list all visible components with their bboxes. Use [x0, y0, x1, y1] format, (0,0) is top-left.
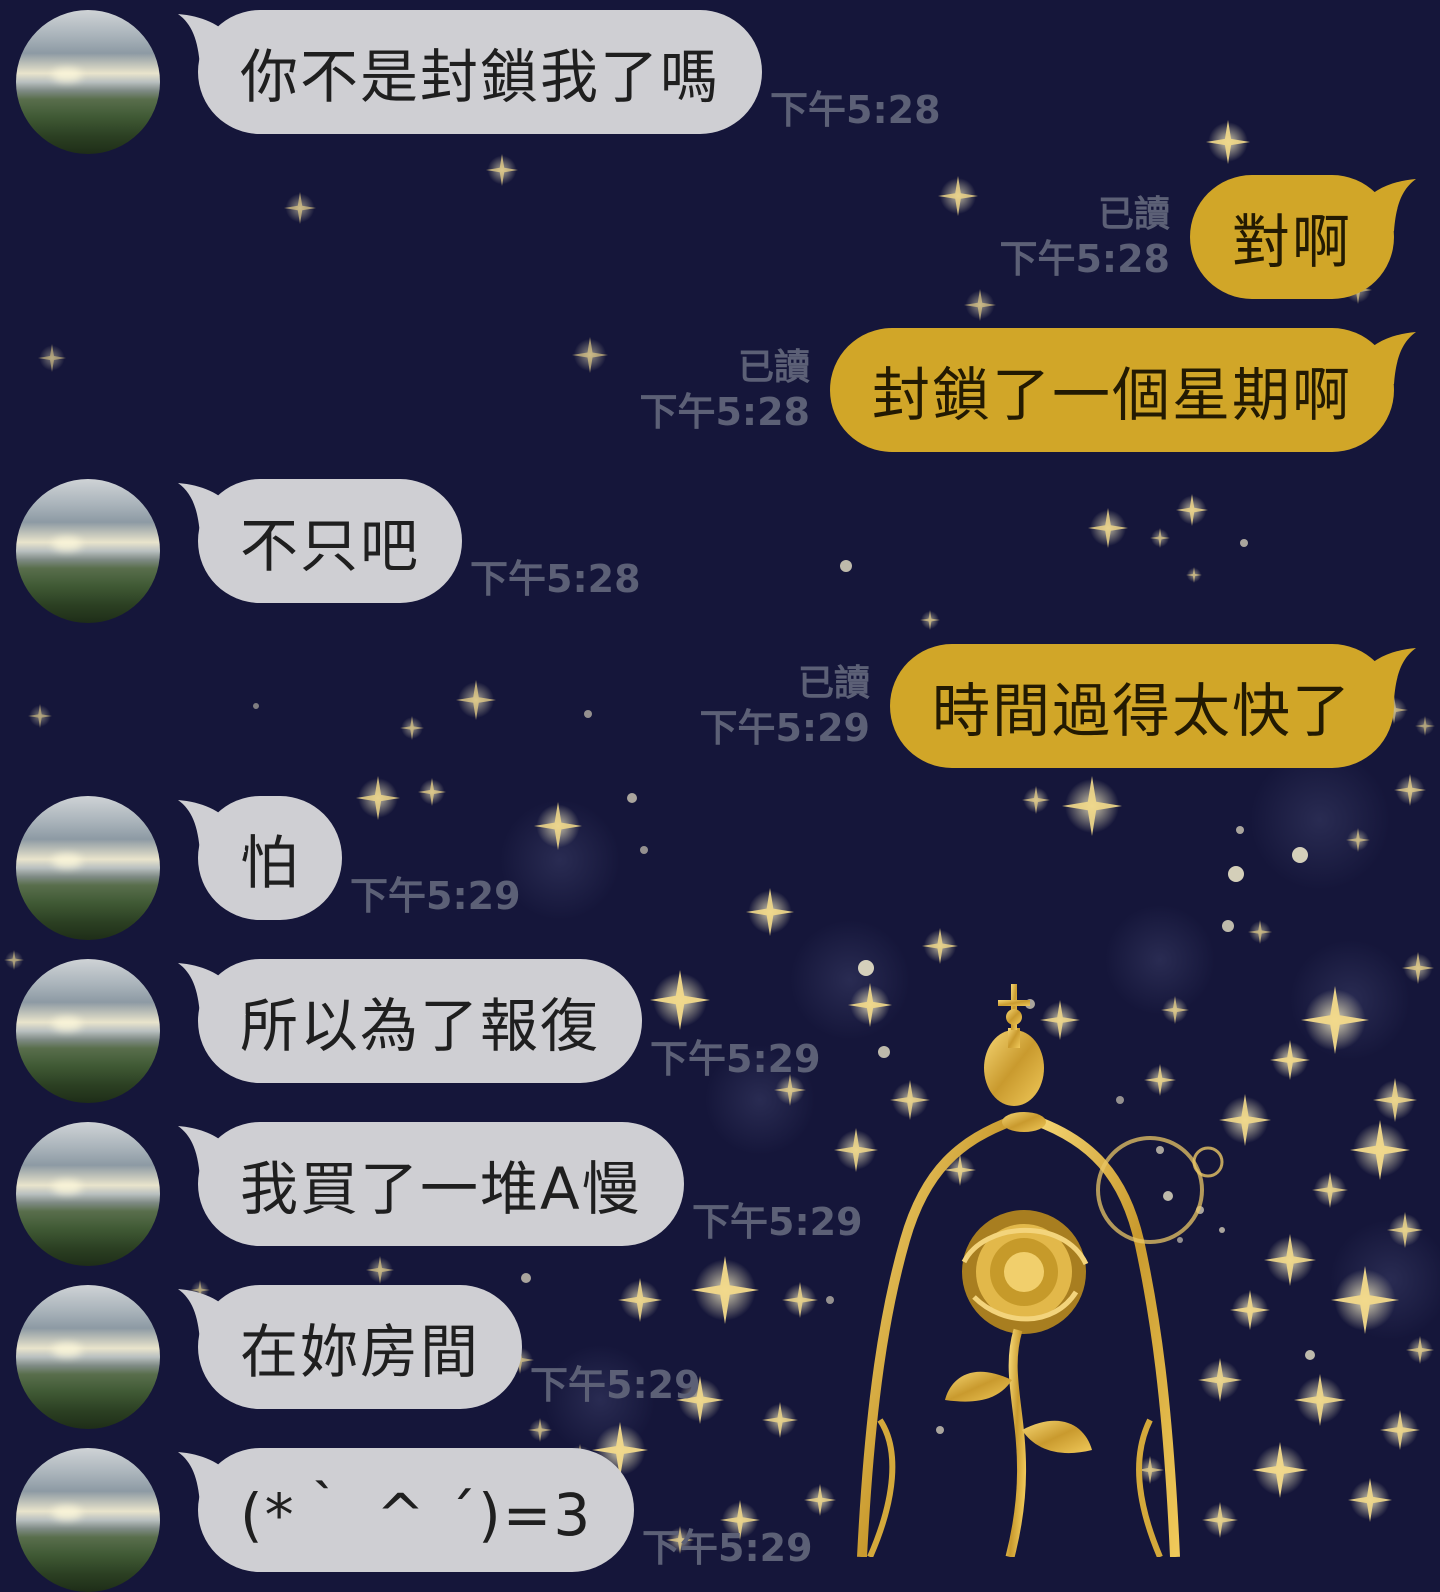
outgoing-message-row: 封鎖了一個星期啊 已讀 下午5:28 [0, 318, 1440, 452]
message-meta: 下午5:28 [470, 557, 641, 601]
incoming-message-row: (*｀ ^ ´)=3 下午5:29 [0, 1438, 1440, 1592]
bubble-tail [178, 1126, 246, 1178]
avatar[interactable] [16, 1285, 160, 1429]
message-timestamp: 下午5:29 [530, 1363, 701, 1407]
message-timestamp: 下午5:29 [692, 1200, 863, 1244]
message-meta: 下午5:29 [692, 1200, 863, 1244]
bubble-tail [178, 1452, 246, 1504]
message-meta: 已讀 下午5:29 [699, 662, 870, 750]
message-timestamp: 下午5:28 [770, 88, 941, 132]
message-timestamp: 下午5:28 [639, 390, 810, 434]
incoming-message-row: 在妳房間下午5:29 [0, 1275, 1440, 1429]
bubble-tail [178, 963, 246, 1015]
sparkle-dot [1222, 920, 1234, 932]
message-meta: 下午5:29 [350, 874, 521, 918]
message-text: 不只吧 [240, 512, 421, 580]
message-timestamp: 下午5:28 [470, 557, 641, 601]
message-text: 時間過得太快了 [931, 677, 1352, 745]
bubble-tail [178, 483, 246, 535]
incoming-message-row: 怕下午5:29 [0, 786, 1440, 940]
message-text: 你不是封鎖我了嗎 [240, 43, 721, 111]
avatar[interactable] [16, 959, 160, 1103]
incoming-message-row: 所以為了報復下午5:29 [0, 949, 1440, 1103]
avatar[interactable] [16, 479, 160, 623]
avatar[interactable] [16, 1122, 160, 1266]
message-text: 在妳房間 [240, 1318, 481, 1386]
read-receipt: 已讀 [1097, 194, 1170, 235]
message-text: (*｀ ^ ´)=3 [240, 1481, 593, 1549]
message-bubble[interactable]: 在妳房間 [178, 1285, 523, 1409]
message-timestamp: 下午5:29 [642, 1526, 813, 1570]
message-bubble[interactable]: 所以為了報復 [178, 959, 643, 1083]
message-timestamp: 下午5:29 [350, 874, 521, 918]
bubble-tail [1348, 332, 1416, 384]
sparkle-dot [1116, 1096, 1124, 1104]
bubble-tail [1348, 648, 1416, 700]
message-timestamp: 下午5:29 [650, 1037, 821, 1081]
outgoing-message-row: 時間過得太快了 已讀 下午5:29 [0, 634, 1440, 768]
message-bubble[interactable]: 對啊 [1189, 175, 1416, 299]
bubble-tail [178, 800, 246, 852]
read-receipt: 已讀 [737, 347, 810, 388]
incoming-message-row: 我買了一堆A慢下午5:29 [0, 1112, 1440, 1266]
avatar[interactable] [16, 10, 160, 154]
bubble-tail [1348, 179, 1416, 231]
message-bubble[interactable]: 你不是封鎖我了嗎 [178, 10, 763, 134]
message-meta: 下午5:29 [642, 1526, 813, 1570]
message-text: 怕 [240, 829, 301, 897]
avatar[interactable] [16, 1448, 160, 1592]
message-timestamp: 下午5:29 [699, 706, 870, 750]
message-meta: 下午5:28 [770, 88, 941, 132]
read-receipt: 已讀 [797, 663, 870, 704]
bubble-tail [178, 1289, 246, 1341]
message-text: 對啊 [1231, 208, 1352, 276]
message-timestamp: 下午5:28 [999, 237, 1170, 281]
message-meta: 下午5:29 [530, 1363, 701, 1407]
message-text: 我買了一堆A慢 [240, 1155, 642, 1223]
message-bubble[interactable]: 我買了一堆A慢 [178, 1122, 684, 1246]
sparkle-dot [936, 1426, 944, 1434]
sparkle-dot [1177, 1237, 1183, 1243]
message-bubble[interactable]: 封鎖了一個星期啊 [829, 328, 1416, 452]
message-bubble[interactable]: 時間過得太快了 [889, 644, 1416, 768]
message-meta: 下午5:29 [650, 1037, 821, 1081]
message-bubble[interactable]: (*｀ ^ ´)=3 [178, 1448, 635, 1572]
bubble-tail [178, 14, 246, 66]
incoming-message-row: 你不是封鎖我了嗎下午5:28 [0, 0, 1440, 154]
message-bubble[interactable]: 怕 [178, 796, 343, 920]
outgoing-message-row: 對啊 已讀 下午5:28 [0, 165, 1440, 299]
avatar[interactable] [16, 796, 160, 940]
message-meta: 已讀 下午5:28 [639, 346, 810, 434]
message-text: 所以為了報復 [240, 992, 601, 1060]
incoming-message-row: 不只吧下午5:28 [0, 469, 1440, 623]
message-meta: 已讀 下午5:28 [999, 193, 1170, 281]
message-text: 封鎖了一個星期啊 [871, 361, 1352, 429]
message-bubble[interactable]: 不只吧 [178, 479, 463, 603]
